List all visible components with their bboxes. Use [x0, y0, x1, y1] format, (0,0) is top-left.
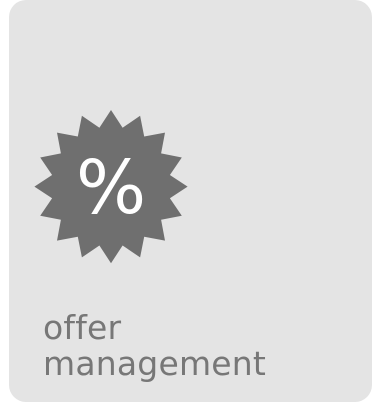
offer-management-tile[interactable]: % offer management	[9, 0, 372, 402]
tile-label-line1: offer	[43, 308, 122, 347]
tile-label-line2: management	[43, 344, 267, 383]
percent-symbol: %	[76, 145, 146, 231]
tile-label: offer management	[43, 310, 266, 382]
percent-badge-icon: %	[32, 107, 190, 265]
